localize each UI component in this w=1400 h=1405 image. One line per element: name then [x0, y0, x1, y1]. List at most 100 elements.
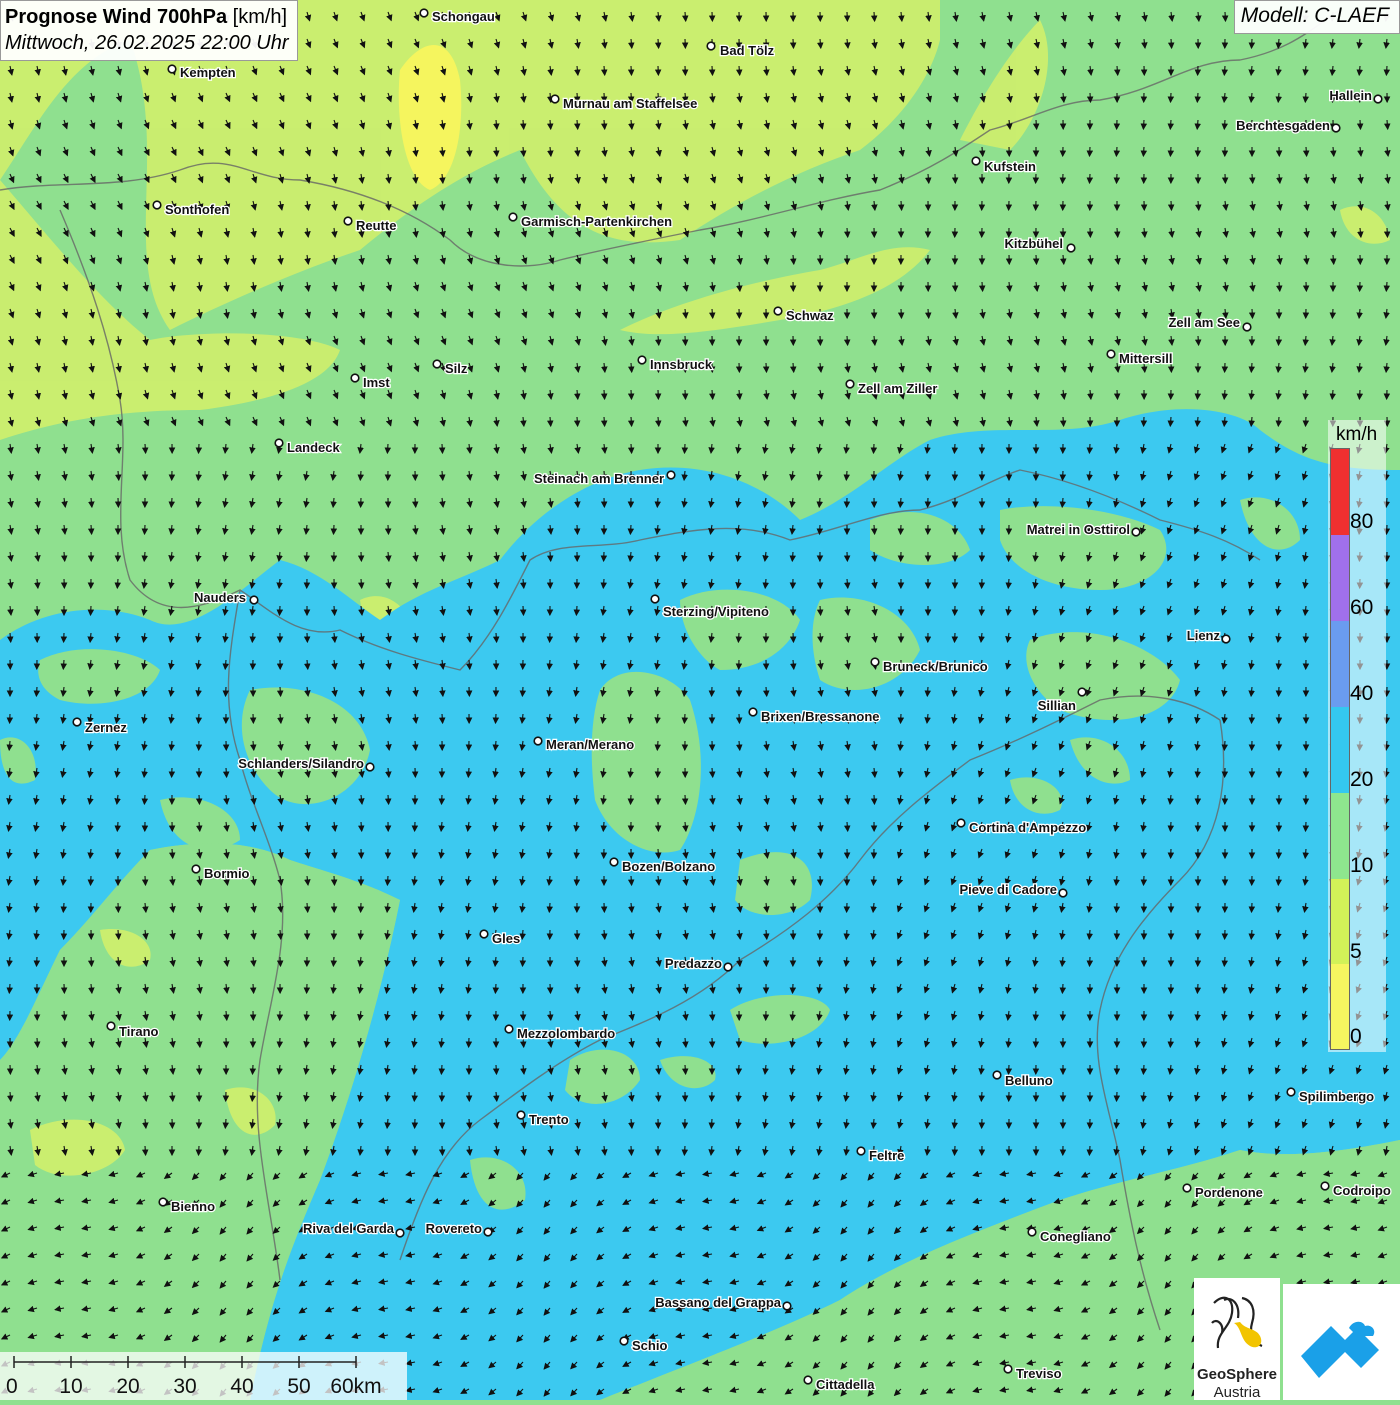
- wind-arrow: [1170, 147, 1171, 156]
- city-label: Kitzbühel: [1005, 236, 1064, 251]
- legend-swatch-0: [1331, 964, 1349, 1049]
- wind-arrow: [603, 822, 604, 831]
- wind-arrow: [1252, 39, 1253, 48]
- wind-arrow: [1090, 147, 1091, 156]
- wind-arrow: [1278, 660, 1279, 669]
- wind-arrow: [253, 1065, 254, 1074]
- wind-arrow: [1252, 174, 1253, 183]
- geosphere-logo[interactable]: GeoSphere Austria: [1194, 1278, 1280, 1400]
- wind-arrow: [874, 444, 875, 453]
- city-label: Rovereto: [426, 1221, 482, 1236]
- wind-arrow: [550, 417, 551, 426]
- wind-arrow: [496, 633, 497, 642]
- wind-arrow: [1360, 120, 1361, 129]
- wind-arrow: [1117, 228, 1118, 237]
- wind-arrow: [145, 525, 146, 534]
- city-marker: [480, 930, 488, 938]
- wind-arrow: [1278, 417, 1279, 426]
- wind-arrow: [280, 687, 281, 696]
- wind-arrow: [1171, 93, 1172, 102]
- wind-arrow: [199, 795, 200, 804]
- wind-arrow: [415, 498, 416, 507]
- wind-arrow: [1063, 471, 1064, 480]
- legend-swatch-20: [1331, 707, 1349, 793]
- wind-arrow: [388, 525, 389, 534]
- wind-arrow: [631, 363, 632, 372]
- wind-arrow: [414, 1092, 415, 1101]
- wind-arrow: [604, 66, 605, 75]
- wind-arrow: [631, 795, 632, 804]
- wind-arrow: [387, 876, 388, 885]
- wind-arrow: [1170, 822, 1171, 831]
- wind-arrow: [523, 957, 524, 966]
- city-label: Steinach am Brenner: [534, 471, 664, 486]
- city-marker: [1287, 1088, 1295, 1096]
- app-logo[interactable]: [1283, 1284, 1400, 1400]
- city-label: Treviso: [1016, 1366, 1062, 1381]
- city-marker: [517, 1111, 525, 1119]
- city-marker: [153, 201, 161, 209]
- city-marker: [783, 1302, 791, 1310]
- wind-arrow: [901, 714, 902, 723]
- wind-arrow: [901, 309, 902, 318]
- legend-swatch-40: [1331, 621, 1349, 707]
- city-label: Spilimbergo: [1299, 1089, 1374, 1104]
- wind-arrow: [820, 606, 821, 615]
- city-marker: [396, 1229, 404, 1237]
- city-label: Bienno: [171, 1199, 215, 1214]
- wind-arrow: [631, 444, 632, 453]
- wind-arrow: [171, 498, 172, 507]
- wind-arrow: [1387, 120, 1388, 129]
- city-marker: [73, 718, 81, 726]
- wind-arrow: [198, 714, 199, 723]
- wind-arrow: [1171, 39, 1172, 48]
- wind-arrow: [901, 525, 902, 534]
- city-label: Silz: [445, 361, 468, 376]
- city-marker: [1183, 1184, 1191, 1192]
- wind-arrow: [739, 66, 740, 75]
- scale-bar: 0102030405060km: [0, 1352, 407, 1400]
- wind-arrow: [577, 417, 578, 426]
- city-marker: [275, 439, 283, 447]
- city-label: Bad Tölz: [720, 43, 775, 58]
- city-label: Garmisch-Partenkirchen: [521, 214, 672, 229]
- wind-arrow: [1278, 876, 1279, 885]
- wind-arrow: [847, 822, 848, 831]
- wind-arrow: [685, 795, 686, 804]
- wind-arrow: [1333, 255, 1334, 264]
- wind-arrow: [684, 714, 685, 723]
- wind-arrow: [1251, 363, 1252, 372]
- wind-arrow: [1009, 552, 1010, 561]
- wind-arrow: [820, 255, 821, 264]
- wind-arrow: [631, 66, 632, 75]
- city-marker: [638, 356, 646, 364]
- wind-arrow: [199, 1065, 200, 1074]
- city-marker: [366, 763, 374, 771]
- city-label: Predazzo: [665, 956, 722, 971]
- wind-arrow: [981, 1092, 982, 1101]
- wind-arrow: [982, 147, 983, 156]
- wind-arrow: [711, 1119, 712, 1128]
- wind-arrow: [1171, 201, 1172, 210]
- wind-arrow: [1170, 120, 1171, 129]
- wind-arrow: [1306, 822, 1307, 831]
- wind-arrow: [360, 471, 361, 480]
- wind-arrow: [36, 687, 37, 696]
- city-marker: [804, 1376, 812, 1384]
- city-marker: [250, 596, 258, 604]
- wind-arrow: [1252, 309, 1253, 318]
- wind-arrow: [1279, 336, 1280, 345]
- city-label: Reutte: [356, 218, 396, 233]
- city-label: Zell am Ziller: [858, 381, 937, 396]
- wind-arrow: [199, 1146, 200, 1155]
- city-marker: [749, 708, 757, 716]
- wind-arrow: [37, 606, 38, 615]
- wind-arrow: [1387, 525, 1388, 534]
- wind-arrow: [793, 903, 794, 912]
- wind-arrow: [1386, 282, 1387, 291]
- wind-arrow: [1224, 120, 1225, 129]
- wind-arrow: [225, 1119, 226, 1128]
- wind-arrow: [468, 768, 469, 777]
- wind-arrow: [1089, 444, 1090, 453]
- city-marker: [1059, 889, 1067, 897]
